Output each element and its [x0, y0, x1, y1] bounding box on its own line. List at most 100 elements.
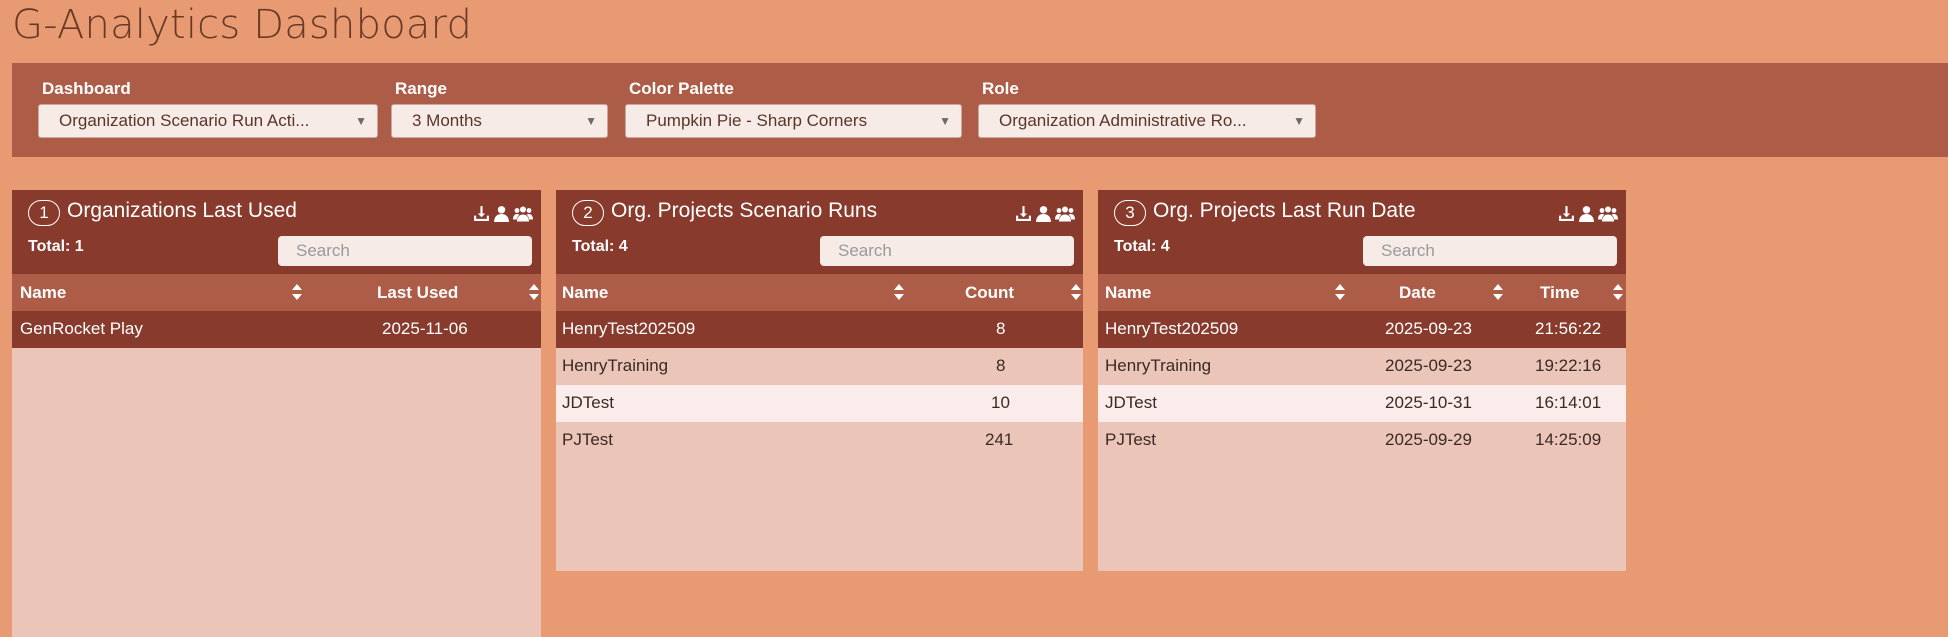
- column-header-name[interactable]: Name: [562, 283, 608, 303]
- download-icon[interactable]: [473, 205, 490, 226]
- panel-total: Total: 1: [28, 238, 84, 255]
- caret-down-icon: ▼: [585, 114, 597, 128]
- column-header-name[interactable]: Name: [20, 283, 66, 303]
- sort-icon[interactable]: [1612, 283, 1624, 301]
- panel-title: Org. Projects Scenario Runs: [611, 199, 878, 222]
- table-row[interactable]: JDTest 10: [556, 385, 1083, 422]
- role-select-value: Organization Administrative Ro...: [999, 111, 1247, 130]
- filter-bar: Dashboard Organization Scenario Run Acti…: [12, 63, 1948, 157]
- panel-total: Total: 4: [572, 238, 628, 255]
- role-filter-label: Role: [982, 79, 1019, 98]
- role-filter: Role Organization Administrative Ro... ▼: [978, 79, 1316, 138]
- column-header-date[interactable]: Date: [1399, 283, 1436, 303]
- cell-name: JDTest: [1105, 393, 1157, 412]
- panel-organizations-last-used: 1 Organizations Last Used Total: 1 Searc…: [12, 190, 541, 637]
- cell-name: GenRocket Play: [20, 319, 143, 338]
- cell-time: 16:14:01: [1535, 393, 1602, 412]
- cell-name: HenryTest202509: [1105, 319, 1239, 338]
- column-header-last-used[interactable]: Last Used: [377, 283, 458, 303]
- panel-header: 3 Org. Projects Last Run Date Total: 4 S…: [1098, 190, 1626, 274]
- table-row[interactable]: JDTest 2025-10-31 16:14:01: [1098, 385, 1626, 422]
- range-select-value: 3 Months: [412, 111, 482, 130]
- caret-down-icon: ▼: [1293, 114, 1305, 128]
- table-row[interactable]: HenryTraining 8: [556, 348, 1083, 385]
- cell-name: HenryTraining: [562, 356, 669, 375]
- dashboard-filter: Dashboard Organization Scenario Run Acti…: [38, 79, 378, 138]
- column-header-name[interactable]: Name: [1105, 283, 1151, 303]
- cell-date: 2025-09-23: [1385, 319, 1472, 338]
- sort-icon[interactable]: [291, 283, 303, 301]
- search-input[interactable]: Search: [278, 236, 532, 266]
- range-filter-label: Range: [395, 79, 447, 98]
- column-header-time[interactable]: Time: [1540, 283, 1579, 303]
- caret-down-icon: ▼: [355, 114, 367, 128]
- color-palette-filter: Color Palette Pumpkin Pie - Sharp Corner…: [625, 79, 962, 138]
- panel-org-projects-last-run-date: 3 Org. Projects Last Run Date Total: 4 S…: [1098, 190, 1626, 571]
- cell-last-used: 2025-11-06: [382, 319, 468, 338]
- table-row[interactable]: HenryTraining 2025-09-23 19:22:16: [1098, 348, 1626, 385]
- table-row[interactable]: GenRocket Play 2025-11-06: [12, 311, 541, 348]
- cell-time: 14:25:09: [1535, 430, 1602, 449]
- panel-org-projects-scenario-runs: 2 Org. Projects Scenario Runs Total: 4 S…: [556, 190, 1083, 571]
- download-icon[interactable]: [1015, 205, 1032, 226]
- cell-date: 2025-10-31: [1385, 393, 1472, 412]
- user-icon[interactable]: [494, 205, 509, 226]
- panel-total: Total: 4: [1114, 238, 1170, 255]
- cell-count: 241: [985, 430, 1014, 449]
- cell-name: PJTest: [562, 430, 614, 449]
- panel-actions: [1558, 205, 1618, 226]
- table-row[interactable]: HenryTest202509 8: [556, 311, 1083, 348]
- cell-count: 8: [996, 356, 1006, 375]
- group-icon[interactable]: [1598, 205, 1618, 226]
- page-title: G-Analytics Dashboard: [12, 2, 473, 48]
- dashboard-select-value: Organization Scenario Run Acti...: [59, 111, 310, 130]
- cell-name: HenryTraining: [1105, 356, 1212, 375]
- panel-actions: [1015, 205, 1075, 226]
- table-row[interactable]: HenryTest202509 2025-09-23 21:56:22: [1098, 311, 1626, 348]
- panel-actions: [473, 205, 533, 226]
- panel-number: 3: [1114, 200, 1146, 226]
- sort-icon[interactable]: [528, 283, 540, 301]
- panel-number: 1: [28, 200, 60, 226]
- search-input[interactable]: Search: [820, 236, 1074, 266]
- search-input[interactable]: Search: [1363, 236, 1617, 266]
- cell-time: 21:56:22: [1535, 319, 1602, 338]
- color-palette-select-value: Pumpkin Pie - Sharp Corners: [646, 111, 868, 130]
- table-row[interactable]: PJTest 241: [556, 422, 1083, 459]
- sort-icon[interactable]: [893, 283, 905, 301]
- panel-header: 2 Org. Projects Scenario Runs Total: 4 S…: [556, 190, 1083, 274]
- range-select[interactable]: 3 Months ▼: [391, 104, 608, 138]
- user-icon[interactable]: [1579, 205, 1594, 226]
- cell-count: 8: [996, 319, 1006, 338]
- cell-time: 19:22:16: [1535, 356, 1602, 375]
- sort-icon[interactable]: [1492, 283, 1504, 301]
- range-filter: Range 3 Months ▼: [391, 79, 608, 138]
- caret-down-icon: ▼: [939, 114, 951, 128]
- table-header: Name Date Time: [1098, 274, 1626, 311]
- column-header-count[interactable]: Count: [965, 283, 1014, 303]
- color-palette-filter-label: Color Palette: [629, 79, 734, 98]
- table-header: Name Last Used: [12, 274, 541, 311]
- cell-name: JDTest: [562, 393, 614, 412]
- dashboard-select[interactable]: Organization Scenario Run Acti... ▼: [38, 104, 378, 138]
- panel-title: Org. Projects Last Run Date: [1153, 199, 1416, 222]
- dashboard-filter-label: Dashboard: [42, 79, 131, 98]
- role-select[interactable]: Organization Administrative Ro... ▼: [978, 104, 1316, 138]
- user-icon[interactable]: [1036, 205, 1051, 226]
- sort-icon[interactable]: [1070, 283, 1082, 301]
- cell-name: HenryTest202509: [562, 319, 696, 338]
- cell-date: 2025-09-29: [1385, 430, 1472, 449]
- panel-number: 2: [572, 200, 604, 226]
- table-header: Name Count: [556, 274, 1083, 311]
- panel-title: Organizations Last Used: [67, 199, 297, 222]
- cell-name: PJTest: [1105, 430, 1157, 449]
- color-palette-select[interactable]: Pumpkin Pie - Sharp Corners ▼: [625, 104, 962, 138]
- download-icon[interactable]: [1558, 205, 1575, 226]
- sort-icon[interactable]: [1334, 283, 1346, 301]
- group-icon[interactable]: [1055, 205, 1075, 226]
- cell-count: 10: [991, 393, 1010, 412]
- table-row[interactable]: PJTest 2025-09-29 14:25:09: [1098, 422, 1626, 459]
- group-icon[interactable]: [513, 205, 533, 226]
- cell-date: 2025-09-23: [1385, 356, 1472, 375]
- panel-header: 1 Organizations Last Used Total: 1 Searc…: [12, 190, 541, 274]
